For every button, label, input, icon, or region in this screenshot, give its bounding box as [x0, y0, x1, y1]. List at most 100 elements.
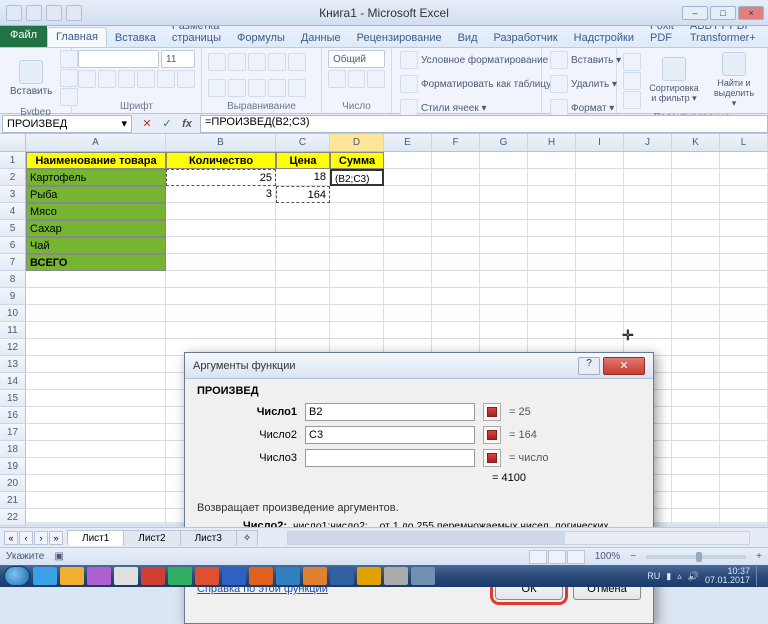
arg2-input[interactable]	[305, 426, 475, 444]
cell[interactable]	[384, 220, 432, 237]
sheet-nav-next-icon[interactable]: ›	[34, 531, 48, 545]
show-desktop-button[interactable]	[756, 566, 764, 586]
taskbar-app-icon[interactable]	[303, 567, 327, 585]
cell[interactable]: Сумма	[330, 152, 384, 169]
horizontal-scrollbar[interactable]	[287, 531, 750, 545]
maximize-button[interactable]: □	[710, 6, 736, 20]
cell[interactable]	[672, 152, 720, 169]
cell[interactable]	[330, 288, 384, 305]
cell[interactable]	[672, 373, 720, 390]
tray-lang[interactable]: RU	[647, 571, 660, 581]
row-header[interactable]: 7	[0, 254, 26, 271]
align-right-icon[interactable]	[248, 79, 266, 97]
cell[interactable]	[26, 492, 166, 509]
taskbar-app-icon[interactable]	[276, 567, 300, 585]
cell[interactable]	[720, 373, 768, 390]
cell[interactable]	[672, 186, 720, 203]
align-center-icon[interactable]	[228, 79, 246, 97]
tray-volume-icon[interactable]: 🔊	[688, 571, 699, 582]
cell[interactable]: Чай	[26, 237, 166, 254]
cell[interactable]	[330, 186, 384, 203]
wrap-text-icon[interactable]	[288, 53, 306, 71]
cell[interactable]	[166, 203, 276, 220]
cell[interactable]: ВСЕГО	[26, 254, 166, 271]
taskbar-app-icon[interactable]	[384, 567, 408, 585]
cell[interactable]	[432, 254, 480, 271]
taskbar-app-icon[interactable]	[357, 567, 381, 585]
close-button[interactable]: ×	[738, 6, 764, 20]
arg1-refedit-button[interactable]	[483, 403, 501, 421]
cell[interactable]	[672, 271, 720, 288]
sheet-tab-3[interactable]: Лист3	[180, 530, 237, 546]
cell[interactable]	[384, 271, 432, 288]
cell[interactable]	[720, 458, 768, 475]
cell[interactable]	[576, 203, 624, 220]
cell[interactable]	[672, 390, 720, 407]
comma-icon[interactable]	[367, 70, 385, 88]
cell[interactable]	[576, 254, 624, 271]
row-header[interactable]: 18	[0, 441, 26, 458]
cell[interactable]	[720, 441, 768, 458]
cell[interactable]	[672, 458, 720, 475]
underline-icon[interactable]	[118, 70, 136, 88]
name-box[interactable]: ПРОИЗВЕД▾	[2, 115, 132, 133]
cell[interactable]	[276, 254, 330, 271]
cell[interactable]: Цена	[276, 152, 330, 169]
cell[interactable]	[26, 288, 166, 305]
taskbar-app-icon[interactable]	[222, 567, 246, 585]
number-format-dropdown[interactable]: Общий	[328, 50, 385, 68]
cell[interactable]	[26, 509, 166, 526]
cell[interactable]	[276, 271, 330, 288]
select-all-corner[interactable]	[0, 134, 26, 151]
cell[interactable]	[384, 169, 432, 186]
row-header[interactable]: 17	[0, 424, 26, 441]
macro-record-icon[interactable]: ▣	[54, 551, 63, 562]
zoom-out-button[interactable]: −	[630, 551, 636, 562]
zoom-slider[interactable]	[646, 555, 746, 559]
cell[interactable]: Рыба	[26, 186, 166, 203]
cell[interactable]	[480, 237, 528, 254]
cell[interactable]	[528, 305, 576, 322]
taskbar-app-icon[interactable]	[60, 567, 84, 585]
cell[interactable]	[166, 254, 276, 271]
view-layout-icon[interactable]	[548, 550, 566, 564]
cell[interactable]	[624, 271, 672, 288]
row-header[interactable]: 2	[0, 169, 26, 186]
cell[interactable]	[672, 356, 720, 373]
cell[interactable]	[26, 305, 166, 322]
cell[interactable]	[432, 169, 480, 186]
tray-flag-icon[interactable]: ▮	[666, 571, 671, 582]
conditional-format-button[interactable]: Условное форматирование ▾	[398, 50, 558, 70]
cell[interactable]	[672, 169, 720, 186]
cell[interactable]	[720, 509, 768, 526]
worksheet[interactable]: A B C D E F G H I J K L 1Наименование то…	[0, 134, 768, 522]
cell[interactable]	[576, 288, 624, 305]
cell[interactable]	[26, 339, 166, 356]
cell[interactable]: 164	[276, 186, 330, 203]
cell[interactable]	[432, 271, 480, 288]
cell[interactable]	[528, 186, 576, 203]
sheet-nav-prev-icon[interactable]: ‹	[19, 531, 33, 545]
cell[interactable]	[432, 288, 480, 305]
col-header-c[interactable]: C	[276, 134, 330, 151]
cell[interactable]	[480, 152, 528, 169]
cell[interactable]	[624, 305, 672, 322]
cell[interactable]	[528, 220, 576, 237]
cell[interactable]	[276, 203, 330, 220]
cell[interactable]	[432, 186, 480, 203]
formula-input[interactable]: =ПРОИЗВЕД(B2;C3)	[200, 115, 768, 133]
row-header[interactable]: 1	[0, 152, 26, 169]
tab-addins[interactable]: Надстройки	[566, 29, 642, 47]
taskbar-app-icon[interactable]	[249, 567, 273, 585]
cell[interactable]	[624, 220, 672, 237]
cell[interactable]	[528, 271, 576, 288]
sheet-tab-1[interactable]: Лист1	[67, 530, 124, 546]
cell[interactable]	[576, 152, 624, 169]
align-top-icon[interactable]	[208, 53, 226, 71]
sheet-nav-first-icon[interactable]: «	[4, 531, 18, 545]
col-header-j[interactable]: J	[624, 134, 672, 151]
cell[interactable]	[432, 152, 480, 169]
row-header[interactable]: 6	[0, 237, 26, 254]
row-header[interactable]: 11	[0, 322, 26, 339]
merge-icon[interactable]	[288, 79, 306, 97]
